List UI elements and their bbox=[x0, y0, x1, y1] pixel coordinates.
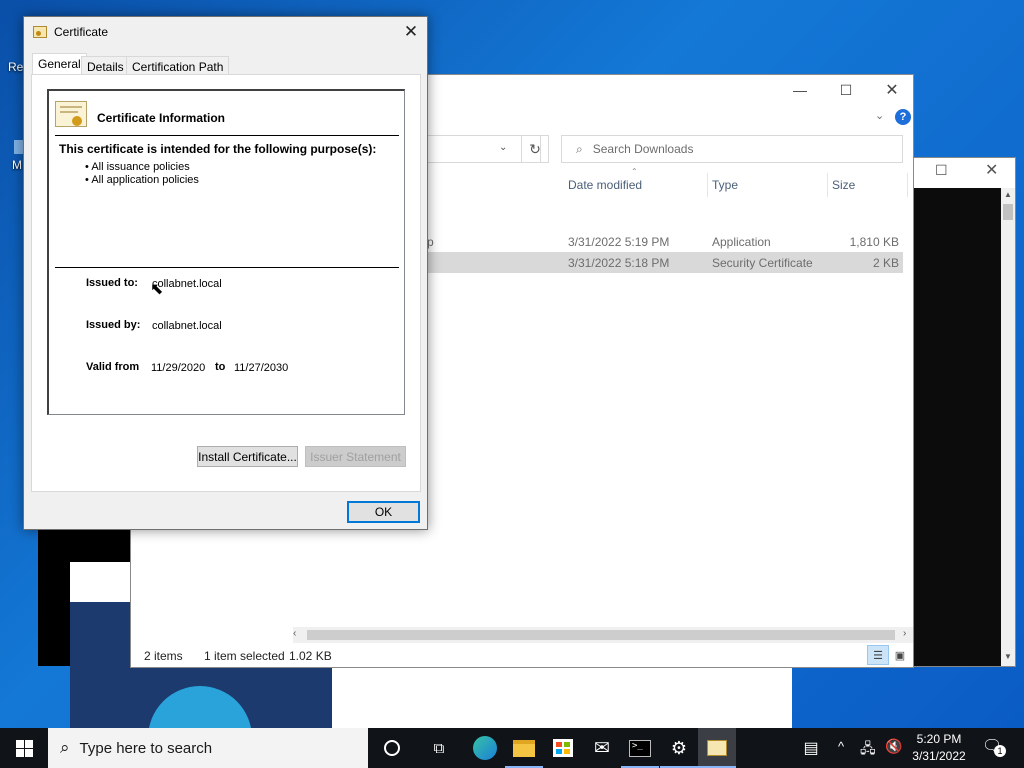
file-date: 3/31/2022 5:18 PM bbox=[568, 256, 670, 270]
command-prompt-icon[interactable]: >_ bbox=[621, 728, 659, 768]
file-type: Security Certificate bbox=[712, 256, 813, 270]
start-windows-icon[interactable] bbox=[5, 728, 43, 768]
purpose-item: • All issuance policies bbox=[85, 161, 190, 173]
valid-from-label: Valid from bbox=[86, 361, 140, 373]
edge-browser-icon[interactable] bbox=[466, 728, 504, 768]
issued-to-label: Issued to: bbox=[86, 277, 138, 289]
details-view-icon[interactable]: ☰ bbox=[867, 645, 889, 665]
install-certificate-button[interactable]: Install Certificate... bbox=[197, 446, 298, 467]
scroll-thumb[interactable] bbox=[1003, 204, 1013, 220]
valid-to-value: 11/27/2030 bbox=[234, 362, 289, 374]
certificate-icon bbox=[33, 26, 47, 38]
horizontal-scrollbar[interactable]: ‹ › bbox=[293, 627, 913, 643]
address-dropdown-icon[interactable]: ⌄ bbox=[499, 142, 507, 153]
cortana-icon[interactable] bbox=[373, 728, 411, 768]
store-icon[interactable] bbox=[544, 728, 582, 768]
valid-from-value: 11/29/2020 bbox=[151, 362, 206, 374]
taskbar: ⌕ Type here to search ⧉ ✉ >_ ⚙ ▤ ^ 🖧 🔇 5… bbox=[0, 728, 1024, 768]
taskbar-search-input[interactable]: Type here to search bbox=[80, 740, 213, 757]
file-type: Application bbox=[712, 235, 771, 249]
status-item-count: 2 items bbox=[144, 649, 183, 663]
scroll-up-icon[interactable]: ▲ bbox=[1004, 190, 1012, 199]
table-row-selected[interactable]: 3/31/2022 5:18 PM Security Certificate 2… bbox=[427, 252, 903, 273]
certificate-dialog[interactable]: Certificate ✕ General Details Certificat… bbox=[23, 16, 428, 530]
column-divider[interactable] bbox=[707, 173, 708, 197]
issuer-statement-button[interactable]: Issuer Statement bbox=[305, 446, 406, 467]
large-icons-view-icon[interactable]: ▣ bbox=[891, 647, 909, 663]
scroll-left-icon[interactable]: ‹ bbox=[293, 628, 296, 639]
search-icon: ⌕ bbox=[576, 141, 583, 156]
clock-date: 3/31/2022 bbox=[912, 749, 966, 763]
file-size: 1,810 KB bbox=[849, 235, 899, 249]
sort-indicator-icon: ⌃ bbox=[631, 167, 638, 176]
table-row[interactable]: p 3/31/2022 5:19 PM Application 1,810 KB bbox=[427, 231, 903, 252]
ok-button[interactable]: OK bbox=[347, 501, 420, 523]
tab-certification-path[interactable]: Certification Path bbox=[126, 56, 230, 75]
minimize-icon[interactable]: — bbox=[777, 75, 823, 105]
file-size: 2 KB bbox=[872, 256, 899, 270]
divider bbox=[55, 267, 399, 268]
settings-app-icon[interactable]: ⚙ bbox=[660, 728, 698, 768]
certificate-info-heading: Certificate Information bbox=[97, 111, 226, 125]
maximize-icon[interactable]: ☐ bbox=[823, 75, 869, 105]
background-white-area bbox=[332, 666, 792, 728]
column-type[interactable]: Type bbox=[712, 178, 738, 192]
column-date-modified[interactable]: Date modified bbox=[568, 178, 642, 192]
issued-by-value: collabnet.local bbox=[152, 320, 222, 332]
status-selected-size: 1.02 KB bbox=[289, 649, 332, 663]
divider bbox=[55, 135, 399, 136]
mail-icon[interactable]: ✉ bbox=[583, 728, 621, 768]
mouse-cursor-icon: ⬉ bbox=[150, 281, 164, 298]
news-widget-icon[interactable]: ▤ bbox=[792, 728, 830, 768]
certificate-info-box: Certificate Information This certificate… bbox=[47, 89, 405, 415]
search-input[interactable]: Search Downloads bbox=[593, 142, 694, 156]
close-icon[interactable]: ✕ bbox=[869, 75, 915, 105]
refresh-button[interactable]: ↻ bbox=[521, 135, 549, 163]
certificate-taskbar-icon[interactable] bbox=[698, 728, 736, 768]
show-hidden-icons-chevron-icon[interactable]: ^ bbox=[838, 739, 844, 754]
file-explorer-taskbar-icon[interactable] bbox=[505, 728, 543, 768]
column-size[interactable]: Size bbox=[832, 178, 855, 192]
volume-muted-icon[interactable]: 🔇 bbox=[885, 738, 902, 755]
scroll-thumb[interactable] bbox=[307, 630, 895, 640]
search-icon: ⌕ bbox=[60, 738, 70, 757]
file-date: 3/31/2022 5:19 PM bbox=[568, 235, 670, 249]
help-icon[interactable]: ? bbox=[895, 109, 911, 125]
desktop-icon-label-app[interactable]: M bbox=[12, 158, 22, 172]
background-console-window[interactable]: ☐ ✕ ▲ ▼ bbox=[912, 157, 1016, 667]
maximize-icon[interactable]: ☐ bbox=[935, 162, 948, 179]
valid-to-label: to bbox=[215, 361, 226, 373]
desktop-icon-label-recycle[interactable]: Re bbox=[8, 60, 23, 74]
notification-count-badge: 1 bbox=[994, 745, 1006, 757]
purpose-heading: This certificate is intended for the fol… bbox=[59, 142, 377, 156]
tab-general[interactable]: General bbox=[32, 53, 87, 75]
certificate-info-icon bbox=[55, 101, 87, 127]
close-icon[interactable]: ✕ bbox=[396, 20, 426, 44]
tab-panel: Certificate Information This certificate… bbox=[31, 74, 421, 492]
column-divider[interactable] bbox=[827, 173, 828, 197]
network-icon[interactable]: 🖧 bbox=[860, 738, 876, 762]
task-view-icon[interactable]: ⧉ bbox=[420, 728, 458, 768]
ribbon-expand-icon[interactable]: ⌄ bbox=[875, 109, 884, 122]
file-name: p bbox=[427, 235, 434, 249]
scroll-down-icon[interactable]: ▼ bbox=[1004, 652, 1012, 661]
tab-details[interactable]: Details bbox=[81, 56, 130, 75]
dialog-title: Certificate bbox=[54, 25, 109, 39]
column-divider[interactable] bbox=[907, 173, 908, 197]
purpose-item: • All application policies bbox=[85, 174, 199, 186]
close-icon[interactable]: ✕ bbox=[985, 160, 998, 180]
clock-time: 5:20 PM bbox=[916, 732, 962, 746]
issued-by-label: Issued by: bbox=[86, 319, 141, 331]
console-scrollbar[interactable]: ▲ ▼ bbox=[1001, 188, 1015, 666]
status-selected: 1 item selected bbox=[204, 649, 285, 663]
taskbar-clock[interactable]: 5:20 PM 3/31/2022 bbox=[904, 731, 974, 765]
console-content bbox=[913, 188, 1001, 666]
search-box[interactable]: ⌕ Search Downloads bbox=[561, 135, 903, 163]
scroll-right-icon[interactable]: › bbox=[903, 628, 906, 639]
taskbar-search-box[interactable]: ⌕ Type here to search bbox=[48, 728, 368, 768]
